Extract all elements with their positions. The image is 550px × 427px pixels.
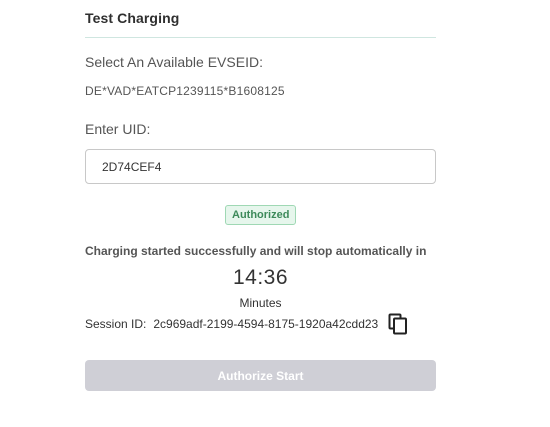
copy-icon[interactable] [388, 313, 408, 335]
session-id-row: Session ID: 2c969adf-2199-4594-8175-1920… [85, 312, 408, 336]
countdown-unit: Minutes [239, 296, 282, 310]
uid-label: Enter UID: [85, 121, 151, 137]
countdown-timer: 14:36 [232, 266, 289, 289]
charging-status-message: Charging started successfully and will s… [85, 244, 427, 258]
authorize-start-button[interactable]: Authorize Start [85, 360, 436, 391]
uid-input[interactable] [85, 149, 436, 184]
authorized-status-badge: Authorized [225, 205, 297, 225]
section-title: Test Charging [85, 10, 180, 26]
session-id-label: Session ID: [85, 317, 147, 331]
evseid-value[interactable]: DE*VAD*EATCP1239115*B1608125 [85, 84, 285, 98]
session-id-value: 2c969adf-2199-4594-8175-1920a42cdd23 [153, 317, 379, 331]
evseid-label: Select An Available EVSEID: [85, 54, 263, 70]
title-divider [85, 37, 436, 38]
